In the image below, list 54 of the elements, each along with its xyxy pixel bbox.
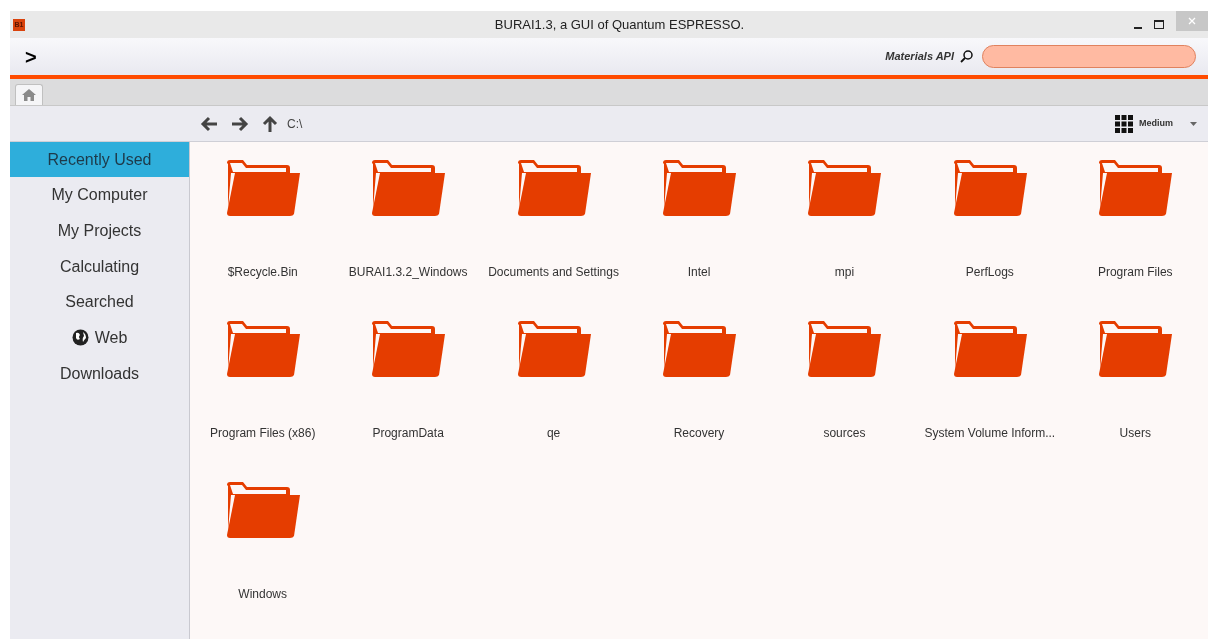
folder-icon bbox=[1097, 159, 1174, 217]
folder-label[interactable]: ProgramData bbox=[372, 424, 444, 442]
sidebar-item[interactable]: My Computer bbox=[10, 177, 189, 213]
sidebar-item[interactable]: Calculating bbox=[10, 249, 189, 285]
folder-label[interactable]: Documents and Settings bbox=[488, 263, 619, 281]
folder-icon bbox=[224, 320, 301, 378]
globe-icon bbox=[71, 329, 89, 347]
folder-icon bbox=[515, 159, 592, 217]
home-icon bbox=[22, 89, 36, 101]
folder-label[interactable]: System Volume Inform... bbox=[924, 424, 1056, 442]
folder-label[interactable]: sources bbox=[823, 424, 866, 442]
folder-icon bbox=[661, 320, 737, 378]
folder-icon bbox=[224, 481, 301, 539]
folder-label[interactable]: Intel bbox=[687, 263, 711, 281]
expand-button[interactable]: > bbox=[25, 46, 37, 67]
sidebar-item[interactable]: Recently Used bbox=[10, 142, 189, 177]
folder-icon bbox=[370, 320, 447, 378]
folder-label[interactable]: Users bbox=[1119, 424, 1151, 442]
folder-icon bbox=[951, 159, 1028, 217]
folder-label[interactable]: Program Files (x86) bbox=[210, 424, 316, 442]
folder-label[interactable]: mpi bbox=[834, 263, 855, 281]
materials-api-label: Materials API bbox=[885, 49, 954, 65]
grid-view-icon bbox=[1115, 114, 1133, 133]
folder-label[interactable]: BURAI1.3.2_Windows bbox=[348, 263, 468, 281]
view-size-dropdown[interactable]: Medium bbox=[1139, 116, 1173, 131]
sidebar-item[interactable]: Web bbox=[10, 320, 189, 356]
folder-icon bbox=[370, 159, 447, 217]
up-arrow-icon[interactable] bbox=[262, 114, 278, 133]
folder-icon bbox=[515, 320, 592, 378]
folder-icon bbox=[224, 159, 301, 217]
window-title: BURAI1.3, a GUI of Quantum ESPRESSO. bbox=[494, 15, 745, 34]
folder-icon bbox=[1097, 320, 1174, 378]
back-arrow-icon[interactable] bbox=[200, 115, 218, 132]
folder-label[interactable]: qe bbox=[546, 424, 561, 442]
path-label: C:\ bbox=[287, 115, 303, 133]
folder-label[interactable]: Program Files bbox=[1097, 263, 1173, 281]
search-icon bbox=[960, 50, 973, 63]
sidebar-item[interactable]: Downloads bbox=[10, 356, 189, 392]
maximize-icon[interactable] bbox=[1154, 20, 1164, 29]
folder-label[interactable]: Recovery bbox=[673, 424, 725, 442]
folder-icon bbox=[661, 159, 737, 217]
home-tab[interactable] bbox=[15, 84, 43, 105]
sidebar-item[interactable]: Searched bbox=[10, 284, 189, 320]
folder-icon bbox=[806, 320, 883, 378]
folder-label[interactable]: Windows bbox=[238, 585, 288, 603]
forward-arrow-icon[interactable] bbox=[231, 115, 249, 132]
folder-icon bbox=[951, 320, 1028, 378]
close-icon bbox=[1188, 17, 1196, 25]
search-field[interactable] bbox=[982, 45, 1196, 68]
folder-label[interactable]: PerfLogs bbox=[965, 263, 1014, 281]
folder-label[interactable]: $Recycle.Bin bbox=[227, 263, 298, 281]
caret-icon[interactable] bbox=[1190, 121, 1197, 126]
sidebar-item[interactable]: My Projects bbox=[10, 213, 189, 249]
folder-icon bbox=[806, 159, 883, 217]
